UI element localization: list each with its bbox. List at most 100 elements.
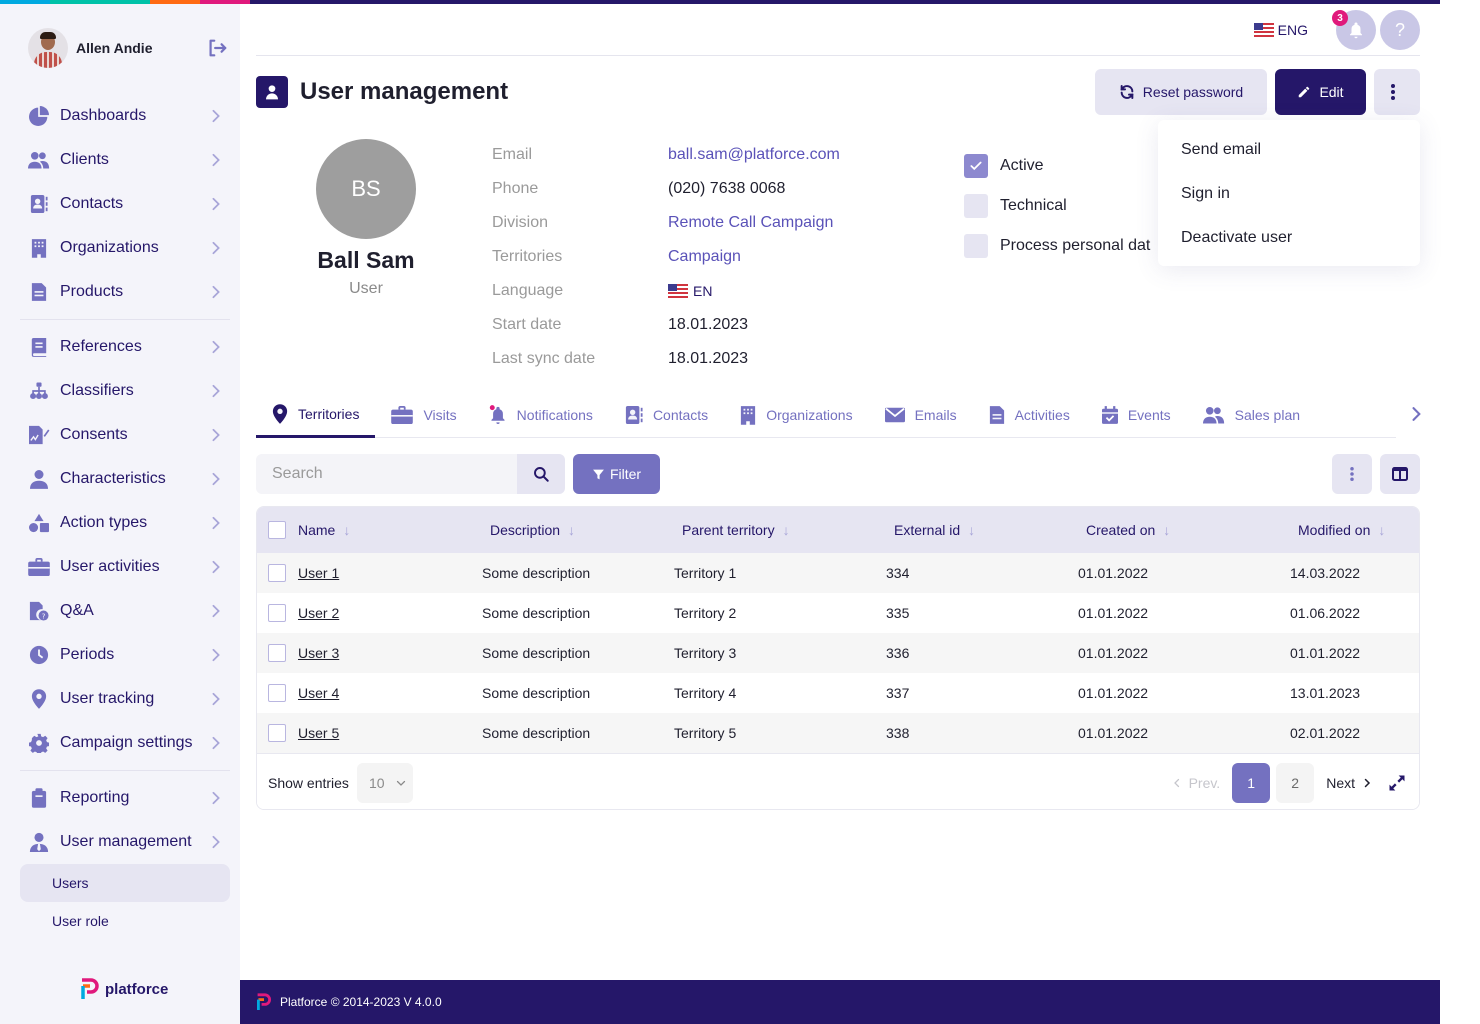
detail-row-email: Email ball.sam@platforce.com [492, 138, 840, 172]
checkbox[interactable] [964, 234, 988, 258]
profile-role: User [349, 280, 383, 297]
edit-label: Edit [1319, 84, 1344, 100]
row-checkbox[interactable] [268, 644, 286, 662]
search-input[interactable] [256, 454, 517, 494]
sidebar-subitem-user-role[interactable]: User role [20, 902, 230, 940]
sidebar-item-periods[interactable]: Periods [20, 633, 230, 677]
notifications-button[interactable]: 3 [1332, 10, 1376, 50]
select-all-checkbox[interactable] [268, 521, 286, 539]
tab-events[interactable]: Events [1086, 392, 1187, 438]
detail-value[interactable]: ball.sam@platforce.com [668, 146, 840, 164]
tab-contacts[interactable]: Contacts [609, 392, 724, 438]
column-header-external-id[interactable]: External id ↓ [894, 522, 975, 538]
chevron-right-icon [210, 472, 224, 486]
language-selector[interactable]: ENG [1253, 22, 1308, 38]
chevron-right-icon [1364, 778, 1371, 788]
next-page-button[interactable]: Next [1326, 775, 1373, 791]
sidebar-item-references[interactable]: References [20, 325, 230, 369]
sidebar-divider [20, 770, 230, 771]
column-header-modified-on[interactable]: Modified on ↓ [1298, 522, 1385, 538]
sidebar-item-user-activities[interactable]: User activities [20, 545, 230, 589]
page-2-button[interactable]: 2 [1276, 763, 1315, 803]
sidebar-item-products[interactable]: Products [20, 270, 230, 314]
column-header-description[interactable]: Description ↓ [490, 522, 575, 538]
sidebar-item-label: Periods [60, 646, 115, 663]
prev-page-button[interactable]: Prev. [1171, 775, 1220, 791]
sidebar-item-organizations[interactable]: Organizations [20, 226, 230, 270]
help-button[interactable]: ? [1380, 10, 1420, 50]
sidebar-item-campaign-settings[interactable]: Campaign settings [20, 721, 230, 765]
profile-name: Ball Sam [317, 247, 415, 273]
sidebar-item-classifiers[interactable]: Classifiers [20, 369, 230, 413]
platforce-logo-icon [257, 993, 271, 1010]
refresh-icon [1120, 85, 1134, 99]
page-size-select[interactable]: 10 [356, 762, 413, 803]
cell-modified-on: 13.01.2023 [1290, 685, 1361, 701]
column-header-created-on[interactable]: Created on ↓ [1086, 522, 1170, 538]
cell-description: Some description [482, 725, 591, 741]
row-checkbox[interactable] [268, 564, 286, 582]
checkbox[interactable] [964, 154, 988, 178]
tab-activities[interactable]: Activities [973, 392, 1086, 438]
reset-password-button[interactable]: Reset password [1095, 69, 1267, 115]
envelope-icon [884, 407, 905, 423]
logout-icon[interactable] [206, 37, 228, 59]
tabs-scroll-right-icon[interactable] [1406, 404, 1426, 424]
sidebar-item-user-management[interactable]: User management [20, 820, 230, 864]
columns-toggle-button[interactable] [1380, 454, 1420, 494]
show-entries-label: Show entries [268, 774, 349, 791]
detail-value[interactable]: Remote Call Campaign [668, 214, 833, 232]
sort-arrow-icon: ↓ [968, 522, 976, 538]
sidebar-item-consents[interactable]: Consents [20, 413, 230, 457]
sidebar-item-label: User activities [60, 558, 160, 575]
tab-visits[interactable]: Visits [375, 392, 472, 438]
checkbox[interactable] [964, 194, 988, 218]
detail-label: Last sync date [492, 350, 596, 367]
column-header-parent-territory[interactable]: Parent territory ↓ [682, 522, 790, 538]
sidebar-item-dashboards[interactable]: Dashboards [20, 94, 230, 138]
sidebar-item-clients[interactable]: Clients [20, 138, 230, 182]
sidebar-item-characteristics[interactable]: Characteristics [20, 457, 230, 501]
checkbox-label: Process personal dat [1000, 237, 1151, 254]
tab-sales-plan[interactable]: Sales plan [1187, 392, 1316, 438]
menu-item-sign-in[interactable]: Sign in [1158, 172, 1420, 216]
page-1-button[interactable]: 1 [1232, 763, 1271, 803]
cell-name[interactable]: User 3 [298, 645, 339, 661]
more-actions-button[interactable] [1374, 69, 1420, 115]
column-label: External id [894, 522, 961, 538]
cell-name[interactable]: User 4 [298, 685, 339, 701]
gear-icon [28, 732, 50, 754]
row-checkbox[interactable] [268, 724, 286, 742]
search-button[interactable] [517, 454, 565, 494]
menu-item-deactivate-user[interactable]: Deactivate user [1158, 216, 1420, 260]
filter-button[interactable]: Filter [573, 454, 660, 494]
edit-button[interactable]: Edit [1275, 69, 1366, 115]
menu-item-send-email[interactable]: Send email [1158, 128, 1420, 172]
row-checkbox[interactable] [268, 604, 286, 622]
flag-active: Active [964, 146, 1158, 186]
filter-label: Filter [609, 466, 642, 482]
sidebar-item-q-a[interactable]: ? Q&A [20, 589, 230, 633]
sidebar-item-action-types[interactable]: Action types [20, 501, 230, 545]
tab-notifications[interactable]: Notifications [473, 392, 609, 438]
column-header-name[interactable]: Name ↓ [298, 522, 350, 538]
sitemap-icon [28, 380, 50, 402]
cell-name[interactable]: User 5 [298, 725, 339, 741]
sidebar-item-user-tracking[interactable]: User tracking [20, 677, 230, 721]
expand-icon[interactable] [1387, 773, 1407, 793]
tab-emails[interactable]: Emails [869, 392, 973, 438]
cell-name[interactable]: User 2 [298, 605, 339, 621]
sidebar-item-contacts[interactable]: Contacts [20, 182, 230, 226]
avatar[interactable] [28, 28, 68, 68]
tab-territories[interactable]: Territories [256, 392, 376, 438]
cell-external-id: 335 [886, 605, 910, 621]
sort-arrow-icon: ↓ [1163, 522, 1171, 538]
sidebar-subitem-users[interactable]: Users [20, 864, 230, 902]
sidebar-item-reporting[interactable]: Reporting [20, 776, 230, 820]
tab-organizations[interactable]: Organizations [724, 392, 868, 438]
row-checkbox[interactable] [268, 684, 286, 702]
cell-name[interactable]: User 1 [298, 565, 339, 581]
user-icon [28, 468, 50, 490]
table-options-button[interactable] [1332, 454, 1372, 494]
detail-value[interactable]: Campaign [668, 248, 741, 266]
